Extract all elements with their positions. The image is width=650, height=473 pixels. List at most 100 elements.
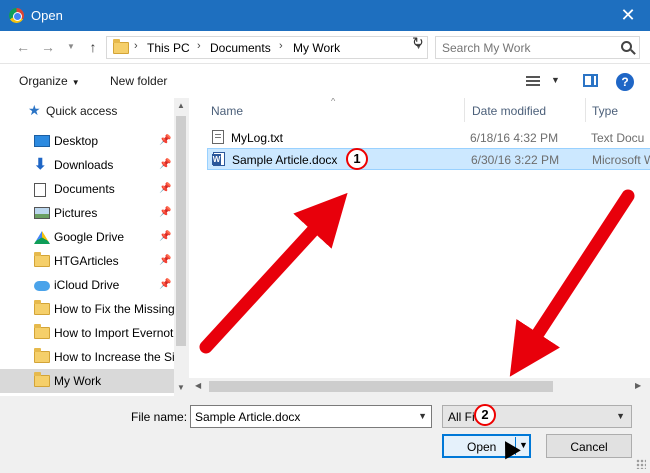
column-header-name[interactable]: Name xyxy=(211,104,243,118)
window-title: Open xyxy=(31,8,63,23)
documents-icon xyxy=(34,183,46,197)
new-folder-button[interactable]: New folder xyxy=(110,74,167,88)
back-arrow-icon[interactable]: ← xyxy=(14,38,32,56)
file-row-sample-article[interactable]: Sample Article.docx 6/30/16 3:22 PM Micr… xyxy=(207,148,650,170)
file-type-filter-value: All Fi xyxy=(448,410,475,424)
scroll-up-icon[interactable]: ▲ xyxy=(177,101,185,110)
change-view-icon[interactable] xyxy=(526,76,540,87)
pin-icon[interactable]: 📌 xyxy=(159,231,171,242)
open-button-label: Open xyxy=(467,440,497,454)
file-name-value: Sample Article.docx xyxy=(195,410,301,424)
scroll-right-icon[interactable]: ▶ xyxy=(635,381,641,390)
desktop-icon xyxy=(34,135,50,147)
file-list-horizontal-scrollbar[interactable]: ◀ ▶ xyxy=(189,378,650,396)
breadcrumb-my-work[interactable]: My Work xyxy=(293,41,340,55)
annotation-badge-2: 2 xyxy=(474,404,496,426)
file-list: ^ Name Date modified Type MyLog.txt 6/18… xyxy=(189,98,650,396)
organize-button[interactable]: Organize ▼ xyxy=(19,74,80,88)
folder-icon xyxy=(113,39,129,54)
file-name-input[interactable]: Sample Article.docx ▼ xyxy=(190,405,432,428)
column-header-date-modified[interactable]: Date modified xyxy=(472,104,546,118)
sort-ascending-icon: ^ xyxy=(331,98,336,106)
close-button[interactable]: ✕ xyxy=(614,3,642,27)
title-bar: Open ✕ xyxy=(0,0,650,31)
scroll-left-icon[interactable]: ◀ xyxy=(195,381,201,390)
nav-item-how-to-increase[interactable]: How to Increase the Siz xyxy=(0,345,176,369)
nav-item-htgarticles[interactable]: HTGArticles 📌 xyxy=(0,249,174,273)
folder-icon xyxy=(34,324,50,339)
column-header-type[interactable]: Type xyxy=(592,104,618,118)
breadcrumb-this-pc[interactable]: This PC xyxy=(147,41,190,55)
file-name-label: File name: xyxy=(131,410,188,424)
chevron-down-icon[interactable]: ▼ xyxy=(418,411,427,421)
chevron-down-icon[interactable]: ▼ xyxy=(616,411,625,421)
nav-item-pictures[interactable]: Pictures 📌 xyxy=(0,201,174,225)
word-document-icon xyxy=(212,152,225,166)
google-drive-icon xyxy=(34,231,50,244)
scroll-thumb[interactable] xyxy=(209,381,553,392)
pin-icon[interactable]: 📌 xyxy=(159,159,171,170)
nav-item-desktop[interactable]: Desktop 📌 xyxy=(0,129,174,153)
nav-item-label: Desktop xyxy=(54,134,99,148)
search-input[interactable] xyxy=(442,40,612,55)
pin-icon[interactable]: 📌 xyxy=(159,135,171,146)
nav-quick-access[interactable]: Quick access xyxy=(46,104,117,118)
column-divider[interactable] xyxy=(585,98,586,122)
file-date: 6/18/16 4:32 PM xyxy=(470,131,559,145)
nav-item-documents[interactable]: Documents 📌 xyxy=(0,177,174,201)
file-row-mylog[interactable]: MyLog.txt 6/18/16 4:32 PM Text Docu xyxy=(207,127,650,149)
file-type: Microsoft W xyxy=(592,153,650,167)
help-icon[interactable]: ? xyxy=(616,73,634,91)
nav-item-downloads[interactable]: ⬇ Downloads 📌 xyxy=(0,153,174,177)
nav-item-my-work[interactable]: My Work xyxy=(0,369,174,393)
nav-item-label: Google Drive xyxy=(54,230,125,244)
search-box[interactable] xyxy=(435,36,640,59)
scroll-thumb[interactable] xyxy=(176,116,186,346)
pin-icon[interactable]: 📌 xyxy=(159,255,171,266)
cancel-button-label: Cancel xyxy=(570,440,608,454)
nav-item-label: My Work xyxy=(54,374,102,388)
refresh-icon[interactable]: ↻ xyxy=(412,34,424,51)
nav-item-icloud-drive[interactable]: iCloud Drive 📌 xyxy=(0,273,174,297)
preview-pane-icon[interactable] xyxy=(583,74,598,87)
file-type-filter[interactable]: All Fi ▼ xyxy=(442,405,632,428)
breadcrumb-documents[interactable]: Documents xyxy=(210,41,271,55)
text-file-icon xyxy=(212,130,224,144)
star-icon: ★ xyxy=(28,102,41,118)
view-options-chevron-icon[interactable]: ▼ xyxy=(551,75,560,85)
resize-grip[interactable] xyxy=(636,459,646,469)
nav-item-label: HTGArticles xyxy=(54,254,119,268)
column-divider[interactable] xyxy=(464,98,465,122)
breadcrumb-separator: › xyxy=(279,40,283,52)
nav-item-how-to-fix[interactable]: How to Fix the Missing xyxy=(0,297,175,321)
organize-label: Organize xyxy=(19,74,68,88)
nav-item-google-drive[interactable]: Google Drive 📌 xyxy=(0,225,174,249)
nav-item-label: Pictures xyxy=(54,206,98,220)
file-name: Sample Article.docx xyxy=(232,153,338,167)
pin-icon[interactable]: 📌 xyxy=(159,183,171,194)
nav-item-how-to-import[interactable]: How to Import Evernot xyxy=(0,321,174,345)
forward-arrow-icon[interactable]: → xyxy=(39,38,57,56)
nav-pane-scrollbar[interactable]: ▲ ▼ xyxy=(174,98,188,396)
download-icon: ⬇ xyxy=(34,156,47,173)
pictures-icon xyxy=(34,207,50,219)
scroll-down-icon[interactable]: ▼ xyxy=(177,383,185,392)
nav-item-label: How to Increase the Siz xyxy=(54,350,176,364)
recent-locations-chevron-icon[interactable]: ▼ xyxy=(62,38,80,56)
chrome-icon xyxy=(9,8,24,23)
folder-icon xyxy=(34,372,50,387)
folder-icon xyxy=(34,252,50,267)
pin-icon[interactable]: 📌 xyxy=(159,279,171,290)
file-name: MyLog.txt xyxy=(231,131,284,145)
navigation-pane: ★ Quick access Desktop 📌 ⬇ Downloads 📌 D… xyxy=(0,98,188,396)
pin-icon[interactable]: 📌 xyxy=(159,207,171,218)
address-row: ← → ▼ ↑ › This PC › Documents › My Work … xyxy=(0,31,650,64)
address-bar[interactable]: › This PC › Documents › My Work ▼ xyxy=(106,36,428,59)
nav-item-label: How to Fix the Missing xyxy=(54,302,175,316)
up-arrow-icon[interactable]: ↑ xyxy=(84,38,102,56)
nav-item-label: Downloads xyxy=(54,158,114,172)
cancel-button[interactable]: Cancel xyxy=(546,434,632,458)
dialog-footer: File name: Sample Article.docx ▼ All Fi … xyxy=(0,396,650,473)
open-options-chevron-icon[interactable]: ▼ xyxy=(519,440,528,450)
file-type: Text Docu xyxy=(591,131,645,145)
